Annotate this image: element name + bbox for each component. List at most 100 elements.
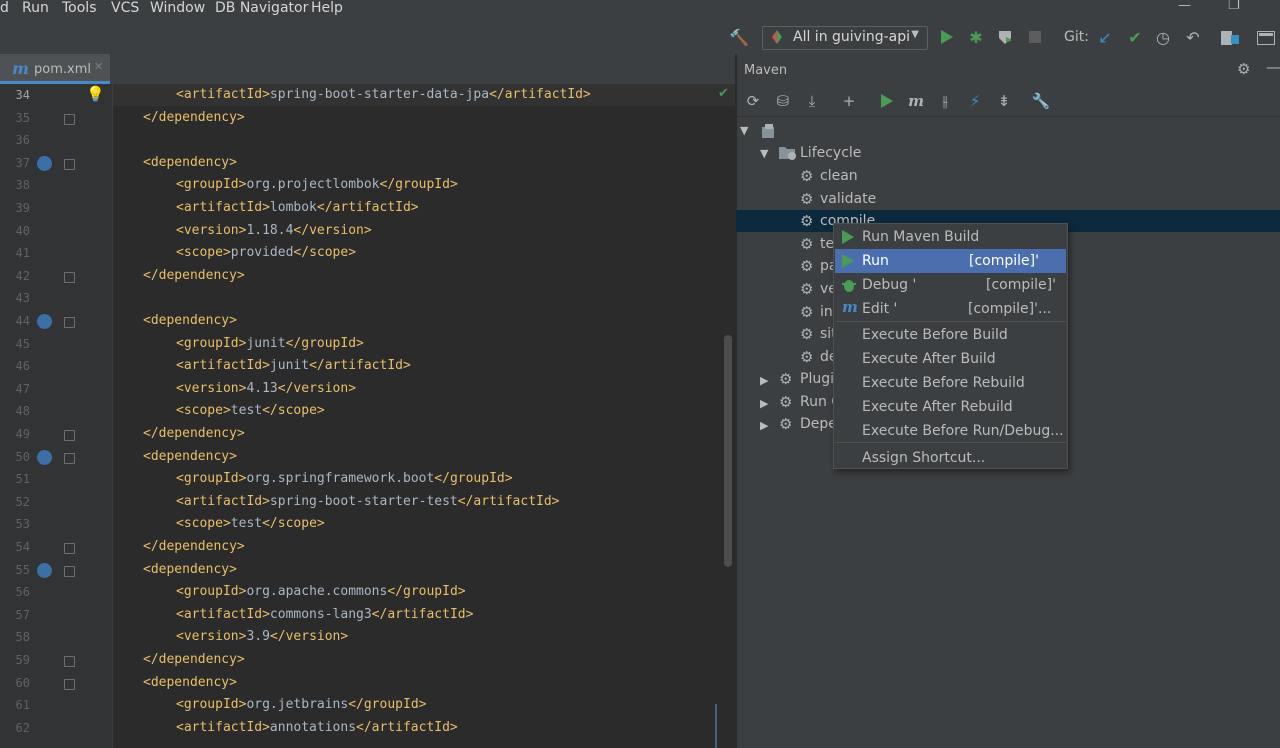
fold-marker-icon[interactable] xyxy=(64,543,75,554)
build-hammer-icon[interactable]: 🔨 xyxy=(728,21,750,54)
fold-marker-icon[interactable] xyxy=(64,430,75,441)
xml-tag: <groupId> xyxy=(176,335,247,351)
xml-tag: <groupId> xyxy=(176,471,247,487)
context-menu-item[interactable]: Execute After Rebuild xyxy=(835,395,1066,419)
generate-sources-icon[interactable]: ⛁ xyxy=(771,90,795,112)
hide-panel-icon[interactable]: — xyxy=(1266,58,1280,76)
collapse-caret-icon[interactable]: ▶ xyxy=(760,374,768,387)
menu-tools[interactable]: Tools xyxy=(62,0,97,16)
context-menu-label: Run Maven Build xyxy=(862,229,980,245)
context-menu-item[interactable]: Assign Shortcut... xyxy=(835,446,1066,470)
gear-icon: ⚙ xyxy=(800,189,814,208)
context-menu-item[interactable]: Execute Before Rebuild xyxy=(835,371,1066,395)
reload-icon[interactable]: ⟳ xyxy=(741,90,765,112)
code-line: </dependency> xyxy=(143,652,245,667)
xml-tag: <artifactId> xyxy=(176,719,270,735)
stop-icon[interactable] xyxy=(1024,21,1046,54)
line-number: 45 xyxy=(15,336,30,351)
xml-text: spring-boot-starter-test xyxy=(269,493,458,509)
code-line: <version>3.9</version> xyxy=(176,629,348,644)
xml-tag: <artifactId> xyxy=(176,493,270,509)
terminal-icon[interactable] xyxy=(1255,21,1277,54)
context-menu-item[interactable]: Execute Before Run/Debug... xyxy=(835,419,1066,443)
dependency-update-icon[interactable] xyxy=(37,155,52,171)
code-line: <groupId>org.jetbrains</groupId> xyxy=(176,697,426,712)
menu-window[interactable]: Window xyxy=(150,0,205,16)
context-menu-item[interactable]: m Edit ' [compile]'... xyxy=(835,297,1066,321)
download-icon[interactable]: ⤓ xyxy=(800,90,824,112)
inspection-ok-icon[interactable]: ✔ xyxy=(718,86,729,101)
run-icon xyxy=(842,230,856,244)
dependency-update-icon[interactable] xyxy=(37,314,52,329)
execute-goal-icon[interactable]: m xyxy=(904,90,928,112)
lifecycle-item-clean[interactable]: clean xyxy=(820,168,858,184)
settings-gear-icon[interactable]: ⚙ xyxy=(1237,60,1250,78)
code-line: <dependency> xyxy=(143,675,237,690)
fold-marker-icon[interactable] xyxy=(64,565,75,577)
fold-marker-icon[interactable] xyxy=(64,317,75,328)
fold-marker-icon[interactable] xyxy=(64,678,75,690)
rollback-icon[interactable]: ↶ xyxy=(1182,21,1204,54)
collapse-caret-icon[interactable]: ▶ xyxy=(760,397,768,410)
lifecycle-item-in[interactable]: in xyxy=(820,304,833,320)
context-menu-item[interactable]: Run Maven Build xyxy=(835,225,1066,249)
xml-tag: </groupId> xyxy=(379,177,458,193)
git-update-icon[interactable]: ↙ xyxy=(1094,21,1116,54)
menu-db-navigator[interactable]: DB Navigator xyxy=(215,0,308,16)
context-menu-item[interactable]: Execute After Build xyxy=(835,347,1066,371)
dependency-update-icon[interactable] xyxy=(37,562,52,578)
expand-caret-icon[interactable]: ▼ xyxy=(740,124,748,137)
history-icon[interactable]: ◷ xyxy=(1152,21,1174,54)
xml-tag: </version> xyxy=(269,629,349,645)
fold-marker-icon[interactable] xyxy=(64,113,75,125)
lifecycle-item-te[interactable]: te xyxy=(820,236,834,252)
wrench-icon[interactable]: 🔧 xyxy=(1029,90,1053,112)
project-module-icon xyxy=(760,123,776,139)
line-number: 48 xyxy=(15,404,30,419)
tree-group-item[interactable]: Plugi xyxy=(800,371,834,387)
xml-text: test xyxy=(230,403,263,419)
collapse-caret-icon[interactable]: ▶ xyxy=(760,419,768,432)
tree-group-item[interactable]: Depe xyxy=(800,416,837,432)
tree-lifecycle[interactable]: Lifecycle xyxy=(800,145,861,161)
restore-button[interactable]: ❐ xyxy=(1228,0,1240,12)
fold-marker-icon[interactable] xyxy=(64,271,75,283)
xml-tag: </artifactId> xyxy=(489,87,591,102)
expand-caret-icon[interactable]: ▼ xyxy=(760,147,768,160)
menu-vcs[interactable]: VCS xyxy=(111,0,139,16)
fold-marker-icon[interactable] xyxy=(64,158,75,170)
xml-text: annotations xyxy=(269,719,357,735)
menu-build[interactable]: d xyxy=(0,0,9,16)
code-line: <artifactId>commons-lang3</artifactId> xyxy=(176,607,473,622)
xml-tag: </dependency> xyxy=(143,426,245,441)
context-menu-item[interactable]: Execute Before Build xyxy=(835,323,1066,347)
skip-tests-icon[interactable]: ⚡ xyxy=(963,90,987,112)
minimize-button[interactable]: — xyxy=(1178,0,1191,12)
line-number: 61 xyxy=(15,698,30,713)
debug-icon[interactable]: ✱ xyxy=(965,21,987,54)
add-icon[interactable]: + xyxy=(837,90,861,112)
context-menu-item[interactable]: Run [compile]' xyxy=(835,249,1066,273)
menu-run[interactable]: Run xyxy=(22,0,49,16)
run-with-coverage-icon[interactable] xyxy=(994,21,1016,54)
tab-pom-xml[interactable]: m pom.xml ✕ xyxy=(0,54,110,84)
lifecycle-item-validate[interactable]: validate xyxy=(820,191,876,207)
context-menu-item[interactable]: Debug ' [compile]' xyxy=(835,273,1066,297)
menu-bar: d Run Tools VCS Window DB Navigator Help… xyxy=(0,0,1280,21)
run-maven-icon[interactable] xyxy=(875,90,899,112)
collapse-all-icon[interactable]: ⇟ xyxy=(992,90,1016,112)
context-menu-target: [compile]'... xyxy=(968,301,1052,317)
git-commit-icon[interactable]: ✔ xyxy=(1124,21,1146,54)
xml-tag: </scope> xyxy=(293,245,357,261)
run-icon[interactable] xyxy=(936,21,958,54)
dependency-update-icon[interactable] xyxy=(37,449,52,465)
toggle-offline-icon[interactable]: ⫳ xyxy=(933,90,957,112)
menu-help[interactable]: Help xyxy=(311,0,343,16)
editor-scrollbar[interactable] xyxy=(724,335,732,567)
fold-marker-icon[interactable] xyxy=(64,452,75,464)
project-structure-icon[interactable] xyxy=(1219,21,1241,54)
run-config-selector[interactable]: All in guiving-api ▼ xyxy=(762,26,928,50)
close-icon[interactable]: ✕ xyxy=(94,60,103,73)
intention-bulb-icon[interactable]: 💡 xyxy=(86,85,105,103)
fold-marker-icon[interactable] xyxy=(64,656,75,667)
